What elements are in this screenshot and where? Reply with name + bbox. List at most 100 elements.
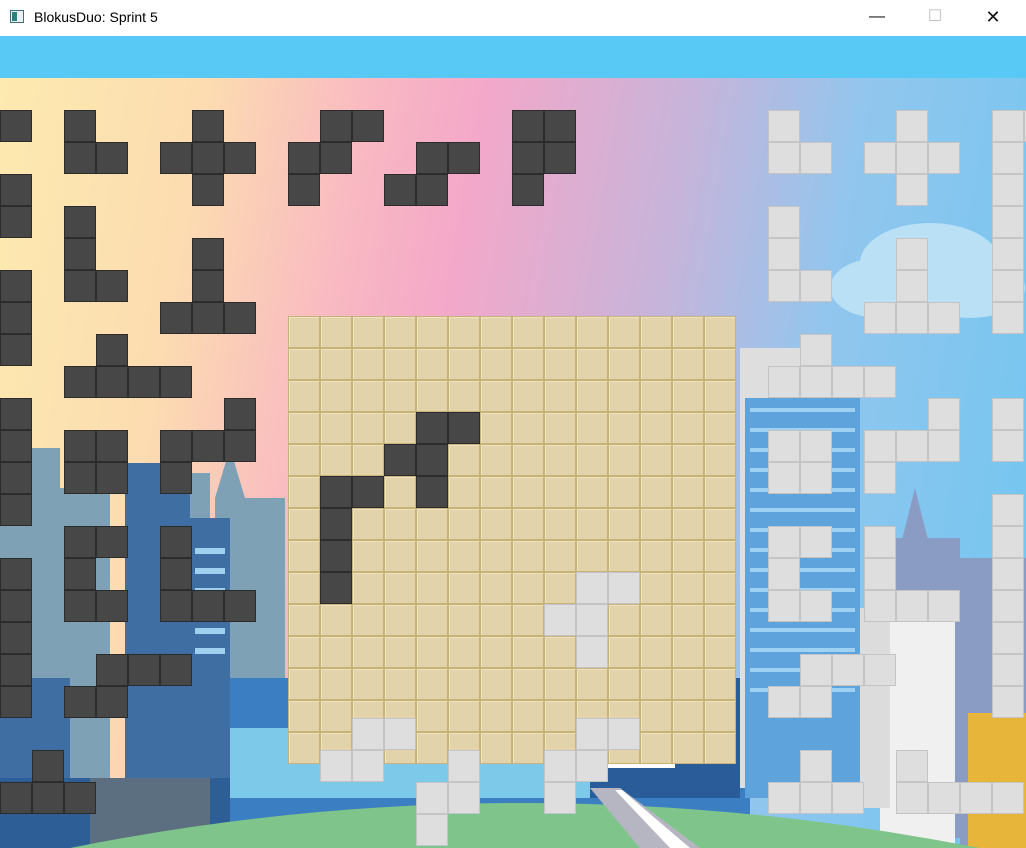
light-piece-cell[interactable] [864, 366, 896, 398]
board-cell[interactable] [704, 444, 736, 476]
dark-piece-cell[interactable] [96, 142, 128, 174]
dark-piece-cell[interactable] [0, 430, 32, 462]
board-cell[interactable] [512, 380, 544, 412]
light-piece-cell[interactable] [544, 750, 576, 782]
close-button[interactable]: ✕ [970, 0, 1016, 36]
dark-piece-cell[interactable] [0, 174, 32, 206]
light-piece-cell[interactable] [800, 462, 832, 494]
board-cell[interactable] [704, 700, 736, 732]
board-cell[interactable] [384, 508, 416, 540]
board-cell[interactable] [352, 380, 384, 412]
light-piece-cell[interactable] [768, 206, 800, 238]
light-piece-cell[interactable] [576, 718, 608, 750]
dark-piece-cell[interactable] [160, 654, 192, 686]
board-cell[interactable] [640, 380, 672, 412]
dark-piece-cell[interactable] [224, 302, 256, 334]
board-cell[interactable] [672, 380, 704, 412]
light-piece-cell[interactable] [992, 526, 1024, 558]
board-cell[interactable] [608, 636, 640, 668]
board-cell[interactable] [704, 540, 736, 572]
light-piece-cell[interactable] [992, 494, 1024, 526]
dark-piece-cell[interactable] [288, 142, 320, 174]
light-piece-cell[interactable] [800, 590, 832, 622]
dark-piece-cell[interactable] [160, 526, 192, 558]
dark-piece-cell[interactable] [0, 558, 32, 590]
light-piece-cell[interactable] [832, 366, 864, 398]
light-piece-cell[interactable] [992, 782, 1024, 814]
dark-piece-cell[interactable] [96, 462, 128, 494]
dark-piece-cell[interactable] [192, 110, 224, 142]
light-piece-cell[interactable] [832, 782, 864, 814]
board-cell[interactable] [288, 604, 320, 636]
dark-piece-cell[interactable] [288, 174, 320, 206]
board-cell[interactable] [448, 700, 480, 732]
board-cell[interactable] [544, 476, 576, 508]
dark-piece-cell[interactable] [0, 302, 32, 334]
board-cell-dark[interactable] [448, 412, 480, 444]
light-piece-cell[interactable] [928, 782, 960, 814]
board-cell[interactable] [448, 604, 480, 636]
board-cell[interactable] [672, 316, 704, 348]
board-cell[interactable] [416, 508, 448, 540]
light-piece-cell[interactable] [768, 366, 800, 398]
board-cell[interactable] [384, 572, 416, 604]
dark-piece-cell[interactable] [96, 686, 128, 718]
light-piece-cell[interactable] [608, 718, 640, 750]
light-piece-cell[interactable] [864, 462, 896, 494]
board-cell[interactable] [512, 636, 544, 668]
light-piece-cell[interactable] [768, 462, 800, 494]
board-cell[interactable] [512, 316, 544, 348]
board-cell[interactable] [640, 508, 672, 540]
board-cell[interactable] [544, 540, 576, 572]
board-cell[interactable] [480, 476, 512, 508]
board-cell[interactable] [448, 508, 480, 540]
board-cell[interactable] [608, 316, 640, 348]
dark-piece-cell[interactable] [352, 110, 384, 142]
light-piece-cell[interactable] [352, 750, 384, 782]
board-cell[interactable] [288, 636, 320, 668]
light-piece-cell[interactable] [992, 622, 1024, 654]
board-cell[interactable] [320, 412, 352, 444]
dark-piece-cell[interactable] [64, 686, 96, 718]
light-piece-cell[interactable] [928, 142, 960, 174]
light-piece-cell[interactable] [416, 814, 448, 846]
light-piece-cell[interactable] [416, 782, 448, 814]
light-piece-cell[interactable] [864, 526, 896, 558]
board-cell[interactable] [640, 444, 672, 476]
dark-piece-cell[interactable] [160, 558, 192, 590]
dark-piece-cell[interactable] [64, 270, 96, 302]
light-piece-cell[interactable] [800, 430, 832, 462]
board-cell-dark[interactable] [320, 476, 352, 508]
dark-piece-cell[interactable] [0, 782, 32, 814]
board-cell[interactable] [704, 316, 736, 348]
board-cell[interactable] [512, 540, 544, 572]
light-piece-cell[interactable] [992, 590, 1024, 622]
board-cell[interactable] [512, 476, 544, 508]
dark-piece-cell[interactable] [224, 398, 256, 430]
light-piece-cell[interactable] [896, 590, 928, 622]
board-cell[interactable] [672, 444, 704, 476]
dark-piece-cell[interactable] [192, 142, 224, 174]
dark-piece-cell[interactable] [64, 366, 96, 398]
dark-piece-cell[interactable] [64, 782, 96, 814]
light-piece-cell[interactable] [992, 142, 1024, 174]
board-cell[interactable] [384, 380, 416, 412]
light-piece-cell[interactable] [928, 398, 960, 430]
board-cell[interactable] [384, 476, 416, 508]
board-cell[interactable] [288, 348, 320, 380]
board-cell[interactable] [544, 636, 576, 668]
board-cell[interactable] [448, 572, 480, 604]
board-cell[interactable] [352, 348, 384, 380]
dark-piece-cell[interactable] [96, 654, 128, 686]
board-cell[interactable] [640, 732, 672, 764]
light-piece-cell[interactable] [992, 558, 1024, 590]
board-cell[interactable] [320, 604, 352, 636]
light-piece-cell[interactable] [768, 558, 800, 590]
board-cell[interactable] [608, 668, 640, 700]
light-piece-cell[interactable] [800, 526, 832, 558]
light-piece-cell[interactable] [768, 238, 800, 270]
dark-piece-cell[interactable] [64, 558, 96, 590]
board-cell[interactable] [288, 700, 320, 732]
light-piece-cell[interactable] [352, 718, 384, 750]
dark-piece-cell[interactable] [448, 142, 480, 174]
